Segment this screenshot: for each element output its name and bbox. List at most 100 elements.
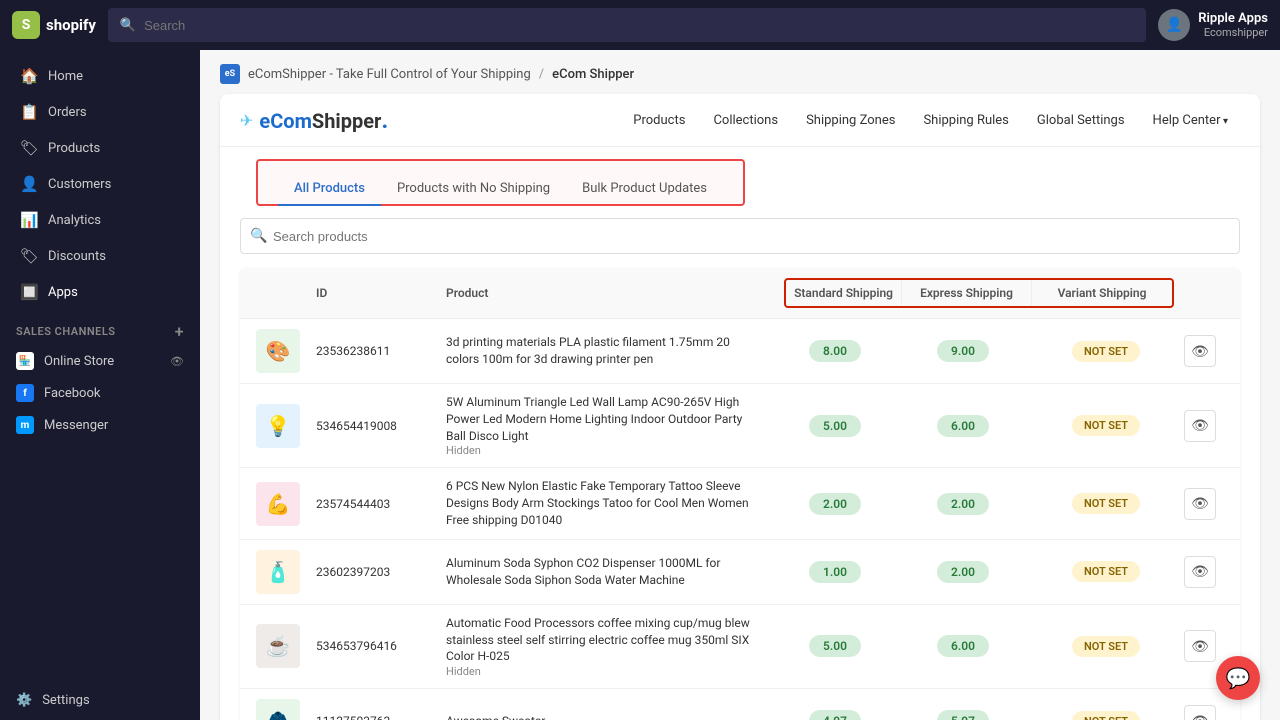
sidebar-item-messenger[interactable]: m Messenger <box>0 409 200 441</box>
sidebar-item-apps[interactable]: 🔲 Apps <box>4 275 196 309</box>
col-id-header: ID <box>316 286 446 300</box>
table-row: 🧴 23602397203 Aluminum Soda Syphon CO2 D… <box>240 540 1240 605</box>
online-store-label: Online Store <box>44 354 114 369</box>
express-shipping-value: 2.00 <box>898 561 1028 583</box>
product-id: 23574544403 <box>316 497 446 511</box>
product-thumbnail: 💡 <box>256 404 300 448</box>
table-row: 💡 534654419008 5W Aluminum Triangle Led … <box>240 384 1240 468</box>
sidebar-item-home[interactable]: 🏠 Home <box>4 59 196 93</box>
shipper-nav-products[interactable]: Products <box>621 107 697 134</box>
messenger-icon: m <box>16 416 34 434</box>
product-search-bar[interactable]: 🔍 <box>240 218 1240 254</box>
sidebar-label-products: Products <box>48 141 100 156</box>
sidebar-item-orders[interactable]: 📋 Orders <box>4 95 196 129</box>
col-express-shipping-header: Express Shipping <box>902 280 1032 306</box>
standard-shipping-value: 1.00 <box>780 561 890 583</box>
product-id: 23536238611 <box>316 344 446 358</box>
tab-bulk-updates[interactable]: Bulk Product Updates <box>566 173 723 206</box>
shipper-panel: ✈ eComShipper. Products Collections Ship… <box>220 94 1260 720</box>
product-search-icon: 🔍 <box>250 228 267 244</box>
variant-shipping-value: NOT SET <box>1036 561 1176 582</box>
shopify-bag-icon: S <box>12 11 40 39</box>
view-product-button[interactable]: 👁 <box>1184 488 1216 520</box>
facebook-label: Facebook <box>44 386 100 401</box>
hidden-badge: Hidden <box>446 444 764 457</box>
sidebar-item-online-store[interactable]: 🏪 Online Store 👁 <box>0 345 200 377</box>
shopify-wordmark: shopify <box>46 16 96 34</box>
plane-icon: ✈ <box>240 111 253 130</box>
product-search-input[interactable] <box>240 218 1240 254</box>
shipper-nav-global[interactable]: Global Settings <box>1025 107 1137 134</box>
analytics-icon: 📊 <box>20 211 38 229</box>
sidebar-item-facebook[interactable]: f Facebook <box>0 377 200 409</box>
table-row: 🧥 11127503763 Awesome Sweater 4.97 5.97 … <box>240 689 1240 720</box>
sidebar-item-analytics[interactable]: 📊 Analytics <box>4 203 196 237</box>
view-product-button[interactable]: 👁 <box>1184 705 1216 720</box>
tab-no-shipping[interactable]: Products with No Shipping <box>381 173 566 206</box>
standard-shipping-value: 8.00 <box>780 340 890 362</box>
sidebar-item-settings[interactable]: ⚙️ Settings <box>0 685 200 720</box>
standard-shipping-value: 4.97 <box>780 710 890 720</box>
product-id: 11127503763 <box>316 714 446 720</box>
variant-shipping-value: NOT SET <box>1036 415 1176 436</box>
discounts-icon: 🏷 <box>20 247 38 265</box>
logo-text: eComShipper. <box>259 106 388 134</box>
col-standard-shipping-header: Standard Shipping <box>786 280 902 306</box>
express-shipping-value: 5.97 <box>898 710 1028 720</box>
shipping-columns-group: Standard Shipping Express Shipping Varia… <box>784 278 1174 308</box>
sidebar-label-customers: Customers <box>48 177 111 192</box>
variant-shipping-value: NOT SET <box>1036 341 1176 362</box>
sidebar-label-apps: Apps <box>48 285 78 300</box>
global-search-input[interactable] <box>144 18 1134 33</box>
product-name: Awesome Sweater <box>446 713 764 720</box>
shipper-nav-collections[interactable]: Collections <box>701 107 790 134</box>
shipper-nav-rules[interactable]: Shipping Rules <box>911 107 1020 134</box>
product-thumbnail: 🧴 <box>256 550 300 594</box>
product-info: 3d printing materials PLA plastic filame… <box>446 334 780 368</box>
sidebar-item-customers[interactable]: 👤 Customers <box>4 167 196 201</box>
user-info: Ripple Apps Ecomshipper <box>1198 11 1268 39</box>
breadcrumb: eS eComShipper - Take Full Control of Yo… <box>200 50 1280 94</box>
visibility-icon: 👁 <box>170 355 184 368</box>
add-sales-channel-button[interactable]: + <box>175 322 184 341</box>
settings-label: Settings <box>42 693 89 708</box>
product-thumbnail: 🎨 <box>256 329 300 373</box>
variant-shipping-value: NOT SET <box>1036 711 1176 720</box>
product-info: Awesome Sweater <box>446 713 780 720</box>
sidebar-label-discounts: Discounts <box>48 249 106 264</box>
shipper-nav-help[interactable]: Help Center <box>1141 107 1240 134</box>
user-area: 👤 Ripple Apps Ecomshipper <box>1158 9 1268 41</box>
product-name: 6 PCS New Nylon Elastic Fake Temporary T… <box>446 478 764 528</box>
table-row: 💪 23574544403 6 PCS New Nylon Elastic Fa… <box>240 468 1240 539</box>
product-info: 5W Aluminum Triangle Led Wall Lamp AC90-… <box>446 394 780 457</box>
product-name: 3d printing materials PLA plastic filame… <box>446 334 764 368</box>
tab-all-products[interactable]: All Products <box>278 173 381 206</box>
standard-shipping-value: 5.00 <box>780 635 890 657</box>
app-icon: eS <box>220 64 240 84</box>
main-content: eS eComShipper - Take Full Control of Yo… <box>200 50 1280 720</box>
shipper-nav-zones[interactable]: Shipping Zones <box>794 107 907 134</box>
apps-icon: 🔲 <box>20 283 38 301</box>
table-header-row: ID Product Standard Shipping Express Shi… <box>240 268 1240 319</box>
products-icon: 🏷 <box>20 139 38 157</box>
breadcrumb-app-link[interactable]: eComShipper - Take Full Control of Your … <box>248 67 531 82</box>
variant-shipping-value: NOT SET <box>1036 636 1176 657</box>
sidebar-label-analytics: Analytics <box>48 213 101 228</box>
user-subtitle: Ecomshipper <box>1198 26 1268 39</box>
view-product-button[interactable]: 👁 <box>1184 630 1216 662</box>
sidebar-item-discounts[interactable]: 🏷 Discounts <box>4 239 196 273</box>
sidebar-label-home: Home <box>48 69 83 84</box>
table-row: ☕ 534653796416 Automatic Food Processors… <box>240 605 1240 689</box>
product-thumbnail: ☕ <box>256 624 300 668</box>
view-product-button[interactable]: 👁 <box>1184 410 1216 442</box>
breadcrumb-separator: / <box>539 67 544 82</box>
sidebar-item-products[interactable]: 🏷 Products <box>4 131 196 165</box>
variant-shipping-value: NOT SET <box>1036 493 1176 514</box>
shipper-header: ✈ eComShipper. Products Collections Ship… <box>220 94 1260 147</box>
global-search-bar[interactable]: 🔍 <box>108 8 1146 42</box>
product-id: 23602397203 <box>316 565 446 579</box>
product-name: Automatic Food Processors coffee mixing … <box>446 615 764 665</box>
chat-bubble-button[interactable]: 💬 <box>1216 656 1260 700</box>
view-product-button[interactable]: 👁 <box>1184 556 1216 588</box>
view-product-button[interactable]: 👁 <box>1184 335 1216 367</box>
